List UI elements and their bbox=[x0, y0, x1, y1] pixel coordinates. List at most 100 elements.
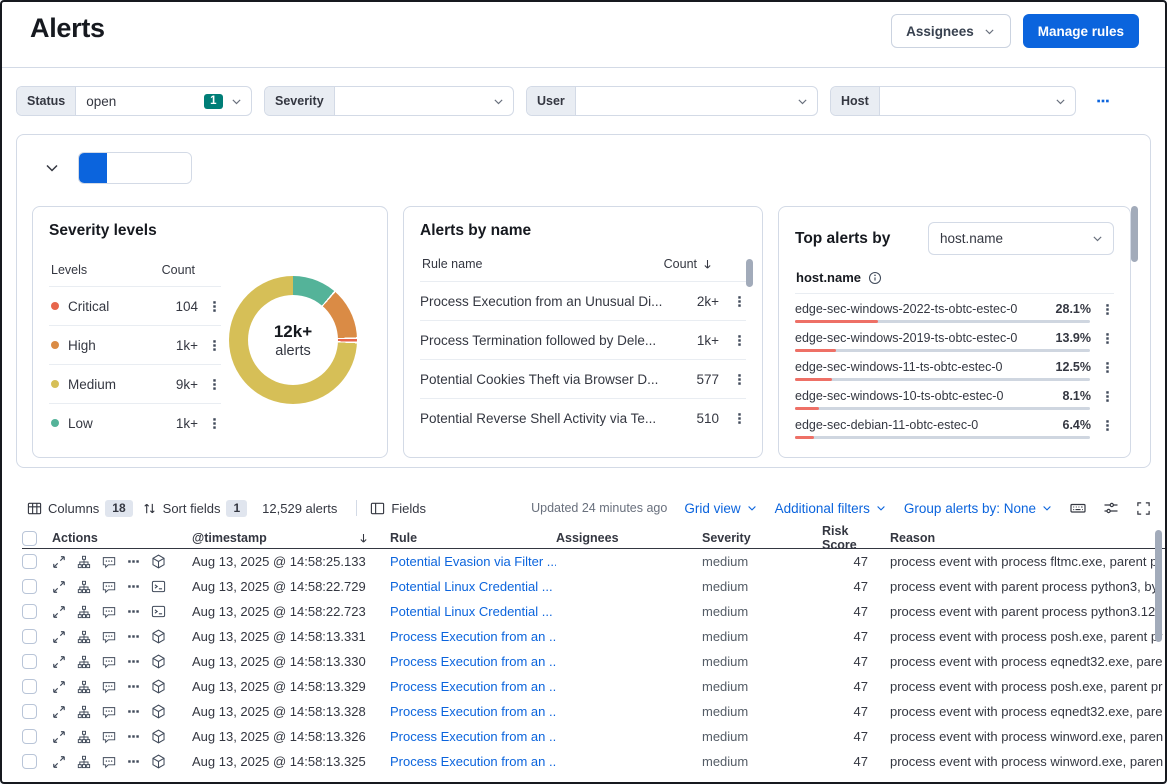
row-actions-menu-icon[interactable] bbox=[1101, 361, 1114, 374]
select-row-checkbox[interactable] bbox=[22, 629, 37, 644]
session-cube-icon[interactable] bbox=[151, 729, 166, 744]
expand-alert-icon[interactable] bbox=[52, 680, 66, 694]
more-actions-icon[interactable] bbox=[127, 555, 140, 568]
alert-rule-link[interactable]: Potential Evasion via Filter ... bbox=[390, 554, 556, 569]
analyzer-graph-icon[interactable] bbox=[77, 555, 91, 569]
expand-alert-icon[interactable] bbox=[52, 755, 66, 769]
expand-alert-icon[interactable] bbox=[52, 730, 66, 744]
row-actions-menu-icon[interactable] bbox=[733, 295, 746, 308]
filter-combo[interactable]: Host bbox=[830, 86, 1076, 116]
session-cube-icon[interactable] bbox=[151, 704, 166, 719]
fields-button[interactable]: Fields bbox=[370, 501, 426, 516]
expand-alert-icon[interactable] bbox=[52, 705, 66, 719]
row-actions-menu-icon[interactable] bbox=[733, 334, 746, 347]
alert-rule-link[interactable]: Potential Linux Credential ... bbox=[390, 604, 556, 619]
more-actions-icon[interactable] bbox=[127, 580, 140, 593]
alert-rule-link[interactable]: Potential Linux Credential ... bbox=[390, 579, 556, 594]
select-row-checkbox[interactable] bbox=[22, 604, 37, 619]
alert-rule-link[interactable]: Process Execution from an ... bbox=[390, 704, 556, 719]
session-cube-icon[interactable] bbox=[151, 554, 166, 569]
sort-fields-button[interactable]: Sort fields 1 bbox=[142, 500, 248, 517]
select-row-checkbox[interactable] bbox=[22, 704, 37, 719]
more-actions-icon[interactable] bbox=[127, 680, 140, 693]
comment-icon[interactable] bbox=[102, 705, 116, 719]
comment-icon[interactable] bbox=[102, 555, 116, 569]
reason-column-header[interactable]: Reason bbox=[882, 531, 1165, 545]
assignees-column-header[interactable]: Assignees bbox=[556, 531, 702, 545]
sort-descending-icon[interactable] bbox=[701, 258, 714, 271]
session-cube-icon[interactable] bbox=[151, 679, 166, 694]
manage-rules-button[interactable]: Manage rules bbox=[1023, 14, 1139, 48]
analyzer-graph-icon[interactable] bbox=[77, 730, 91, 744]
expand-alert-icon[interactable] bbox=[52, 655, 66, 669]
expand-alert-icon[interactable] bbox=[52, 630, 66, 644]
row-actions-menu-icon[interactable] bbox=[1101, 303, 1114, 316]
more-actions-icon[interactable] bbox=[127, 655, 140, 668]
row-actions-menu-icon[interactable] bbox=[733, 373, 746, 386]
more-actions-icon[interactable] bbox=[127, 730, 140, 743]
alert-rule-link[interactable]: Process Execution from an ... bbox=[390, 679, 556, 694]
alert-rule-link[interactable]: Process Execution from an ... bbox=[390, 654, 556, 669]
select-row-checkbox[interactable] bbox=[22, 579, 37, 594]
summary-tab[interactable] bbox=[163, 153, 191, 183]
timestamp-column-header[interactable]: @timestamp bbox=[192, 531, 390, 545]
keyboard-shortcuts-icon[interactable] bbox=[1070, 500, 1086, 516]
session-cube-icon[interactable] bbox=[151, 629, 166, 644]
collapse-summary-button[interactable] bbox=[42, 158, 62, 178]
comment-icon[interactable] bbox=[102, 655, 116, 669]
summary-tab[interactable] bbox=[107, 153, 135, 183]
comment-icon[interactable] bbox=[102, 580, 116, 594]
expand-alert-icon[interactable] bbox=[52, 580, 66, 594]
analyzer-graph-icon[interactable] bbox=[77, 705, 91, 719]
filter-combo[interactable]: Status open 1 bbox=[16, 86, 252, 116]
analyzer-graph-icon[interactable] bbox=[77, 680, 91, 694]
grid-view-menu[interactable]: Grid view bbox=[684, 501, 757, 516]
row-actions-menu-icon[interactable] bbox=[1101, 419, 1114, 432]
additional-filters-menu[interactable]: Additional filters bbox=[775, 501, 887, 516]
summary-tab[interactable] bbox=[135, 153, 163, 183]
terminal-session-icon[interactable] bbox=[151, 579, 166, 594]
alert-rule-link[interactable]: Process Execution from an ... bbox=[390, 729, 556, 744]
columns-button[interactable]: Columns 18 bbox=[27, 500, 133, 517]
filter-combo[interactable]: User bbox=[526, 86, 818, 116]
more-filter-options-icon[interactable] bbox=[1096, 94, 1110, 108]
select-row-checkbox[interactable] bbox=[22, 654, 37, 669]
select-row-checkbox[interactable] bbox=[22, 679, 37, 694]
row-actions-menu-icon[interactable] bbox=[1101, 390, 1114, 403]
summary-tab[interactable] bbox=[79, 153, 107, 183]
alert-rule-link[interactable]: Process Execution from an ... bbox=[390, 629, 556, 644]
display-options-sliders-icon[interactable] bbox=[1103, 500, 1119, 516]
analyzer-graph-icon[interactable] bbox=[77, 755, 91, 769]
expand-alert-icon[interactable] bbox=[52, 555, 66, 569]
more-actions-icon[interactable] bbox=[127, 630, 140, 643]
row-actions-menu-icon[interactable] bbox=[208, 417, 221, 430]
select-row-checkbox[interactable] bbox=[22, 754, 37, 769]
info-icon[interactable] bbox=[868, 271, 882, 285]
session-cube-icon[interactable] bbox=[151, 654, 166, 669]
assignees-button[interactable]: Assignees bbox=[891, 14, 1011, 48]
comment-icon[interactable] bbox=[102, 755, 116, 769]
terminal-session-icon[interactable] bbox=[151, 604, 166, 619]
row-actions-menu-icon[interactable] bbox=[208, 339, 221, 352]
rule-column-header[interactable]: Rule bbox=[390, 531, 556, 545]
comment-icon[interactable] bbox=[102, 630, 116, 644]
analyzer-graph-icon[interactable] bbox=[77, 580, 91, 594]
select-row-checkbox[interactable] bbox=[22, 554, 37, 569]
severity-column-header[interactable]: Severity bbox=[702, 531, 822, 545]
more-actions-icon[interactable] bbox=[127, 605, 140, 618]
analyzer-graph-icon[interactable] bbox=[77, 655, 91, 669]
more-actions-icon[interactable] bbox=[127, 755, 140, 768]
analyzer-graph-icon[interactable] bbox=[77, 630, 91, 644]
risk-score-column-header[interactable]: Risk Score bbox=[822, 524, 882, 552]
scrollbar-thumb[interactable] bbox=[746, 259, 753, 287]
comment-icon[interactable] bbox=[102, 680, 116, 694]
row-actions-menu-icon[interactable] bbox=[208, 300, 221, 313]
fullscreen-icon[interactable] bbox=[1136, 501, 1151, 516]
comment-icon[interactable] bbox=[102, 605, 116, 619]
row-actions-menu-icon[interactable] bbox=[208, 378, 221, 391]
alert-rule-link[interactable]: Process Execution from an ... bbox=[390, 754, 556, 769]
session-cube-icon[interactable] bbox=[151, 754, 166, 769]
scrollbar-thumb[interactable] bbox=[1155, 530, 1162, 642]
select-all-checkbox[interactable] bbox=[22, 531, 37, 546]
select-row-checkbox[interactable] bbox=[22, 729, 37, 744]
